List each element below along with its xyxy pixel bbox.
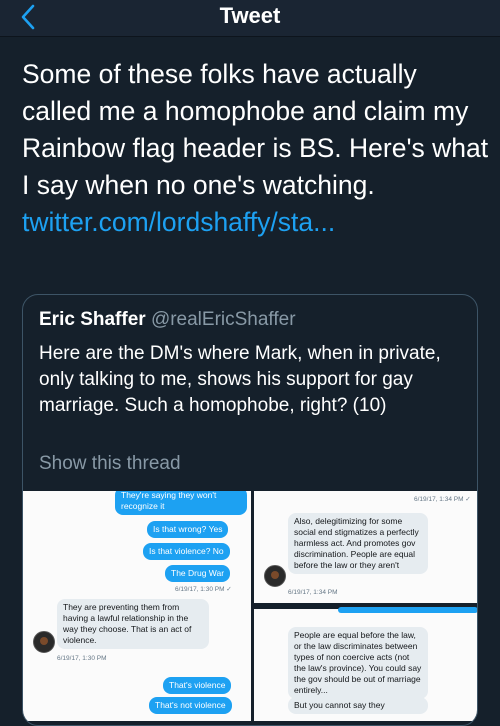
- dm-message: That's not violence: [149, 697, 232, 714]
- quoted-tweet-text: Here are the DM's where Mark, when in pr…: [39, 343, 441, 416]
- dm-message: Is that violence? No: [143, 543, 230, 560]
- show-thread-link[interactable]: Show this thread: [39, 453, 181, 475]
- dm-timestamp: 6/19/17, 1:34 PM ✓: [414, 496, 471, 503]
- dm-message: Also, delegitimizing for some social end…: [288, 513, 428, 574]
- quoted-tweet-header: Eric Shaffer @realEricShaffer: [39, 309, 296, 331]
- dm-screenshot-right[interactable]: 6/19/17, 1:34 PM ✓ Also, delegitimizing …: [254, 491, 477, 721]
- dm-message-partial: [338, 607, 477, 613]
- dm-message: That's violence: [163, 677, 232, 694]
- dm-timestamp: 6/19/17, 1:30 PM: [57, 655, 107, 662]
- dm-message: The Drug War: [165, 565, 231, 582]
- dm-timestamp: 6/19/17, 1:30 PM ✓: [175, 586, 232, 593]
- dm-message: They are preventing them from having a l…: [57, 599, 209, 649]
- tweet-text: Some of these folks have actually called…: [22, 59, 489, 200]
- top-bar: Tweet: [0, 0, 500, 37]
- attached-images: They're saying they won't recognize it I…: [23, 491, 477, 725]
- dm-message: People are equal before the law, or the …: [288, 627, 428, 699]
- avatar: [33, 631, 55, 653]
- dm-timestamp: 6/19/17, 1:34 PM: [288, 589, 338, 596]
- tweet-body: Some of these folks have actually called…: [22, 56, 492, 241]
- quoted-tweet[interactable]: Eric Shaffer @realEricShaffer Here are t…: [22, 294, 478, 726]
- dm-message: They're saying they won't recognize it: [115, 491, 247, 515]
- tweet-link[interactable]: twitter.com/lordshaffy/sta...: [22, 207, 335, 237]
- dm-screenshot-left[interactable]: They're saying they won't recognize it I…: [23, 491, 251, 721]
- avatar: [264, 565, 286, 587]
- dm-message: But you cannot say they: [288, 697, 428, 714]
- quoted-author-handle: @realEricShaffer: [150, 309, 296, 330]
- page-title: Tweet: [219, 3, 281, 28]
- quoted-author-name: Eric Shaffer: [39, 309, 146, 330]
- dm-message: Is that wrong? Yes: [147, 521, 229, 538]
